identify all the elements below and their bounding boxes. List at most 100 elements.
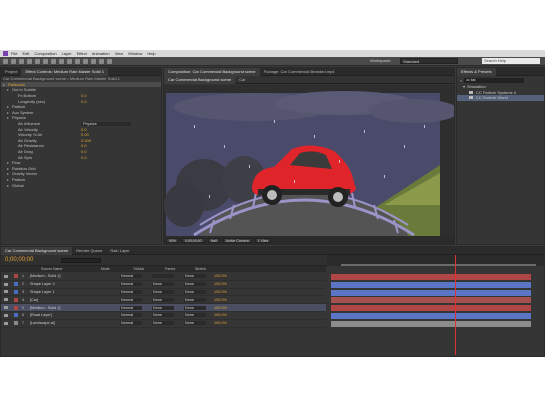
eye-icon[interactable] [4, 282, 8, 286]
selection-tool-icon[interactable] [3, 58, 8, 64]
layer-parent-select[interactable]: None [184, 297, 206, 302]
tab-effects-presets[interactable]: Effects & Presets [457, 68, 496, 76]
label-color-swatch[interactable] [14, 313, 18, 318]
work-area-bar[interactable] [341, 264, 536, 266]
layer-stretch-value[interactable]: 100.0% [214, 306, 227, 310]
subtab-car[interactable]: Car [235, 76, 249, 84]
label-color-swatch[interactable] [14, 297, 18, 302]
effects-search-input[interactable]: cc bal [464, 77, 525, 83]
layer-name[interactable]: [Car] [30, 298, 80, 302]
layer-mode-select[interactable]: Normal [120, 297, 142, 302]
tab-composition[interactable]: Composition: Car Commercial Background s… [164, 68, 260, 76]
label-color-swatch[interactable] [14, 321, 18, 326]
col-mode[interactable]: Mode [101, 267, 133, 271]
layer-stretch-value[interactable]: 100.0% [214, 290, 227, 294]
col-trkmat[interactable]: TrkMat [133, 267, 165, 271]
label-color-swatch[interactable] [14, 289, 18, 294]
layer-duration-bar[interactable] [331, 313, 531, 319]
camera-select[interactable]: Active Camera [222, 237, 252, 243]
tab-render-queue[interactable]: Render Queue [72, 247, 106, 255]
layer-name[interactable]: [Medium...Solid 1] [30, 306, 80, 310]
layer-trkmat-select[interactable]: None [152, 321, 174, 326]
label-color-swatch[interactable] [14, 282, 18, 287]
shape-tool-icon[interactable] [51, 58, 56, 64]
layer-trkmat-select[interactable]: None [152, 289, 174, 294]
layer-stretch-value[interactable]: 100.0% [214, 298, 227, 302]
eraser-tool-icon[interactable] [91, 58, 96, 64]
layer-mode-select[interactable]: Normal [120, 274, 142, 279]
tab-footage[interactable]: Footage: Car Commercial Branded.mp4 [260, 68, 339, 76]
layer-row[interactable]: 6 [Road Layer] Normal None None 100.0% [1, 312, 326, 320]
effect-property-value[interactable]: 0.0 [81, 93, 87, 98]
layer-parent-select[interactable]: None [184, 313, 206, 318]
menu-view[interactable]: View [115, 51, 124, 56]
subtab-car-commercial[interactable]: Car Commercial Background scene [164, 75, 236, 84]
layer-parent-select[interactable]: None [184, 282, 206, 287]
layer-name[interactable]: Shape Layer 1 [30, 290, 80, 294]
layer-trkmat-select[interactable]: None [152, 305, 174, 310]
layer-parent-select[interactable]: None [184, 274, 206, 279]
label-color-swatch[interactable] [14, 274, 18, 279]
layer-name[interactable]: [Landscape.ai] [30, 321, 80, 325]
menu-file[interactable]: File [11, 51, 17, 56]
layer-mode-select[interactable]: Normal [120, 289, 142, 294]
layer-name[interactable]: Shape Layer 2 [30, 282, 80, 286]
layer-parent-select[interactable]: None [184, 321, 206, 326]
eye-icon[interactable] [4, 313, 8, 317]
layer-duration-bar[interactable] [331, 274, 531, 280]
effect-property-row[interactable]: ▸ Global [1, 182, 161, 188]
tab-project[interactable]: Project [1, 68, 21, 76]
eye-icon[interactable] [4, 290, 8, 294]
menu-window[interactable]: Window [128, 51, 142, 56]
resolution-select[interactable]: Half [207, 237, 220, 243]
zoom-tool-icon[interactable] [19, 58, 24, 64]
layer-stretch-value[interactable]: 100.0% [214, 274, 227, 278]
layer-parent-select[interactable]: None [184, 305, 206, 310]
playhead[interactable] [455, 255, 456, 355]
menu-layer[interactable]: Layer [62, 51, 72, 56]
layer-trkmat-select[interactable]: None [152, 313, 174, 318]
layer-row[interactable]: 5 [Medium...Solid 1] Normal None None 100.0% [1, 304, 326, 312]
layer-mode-select[interactable]: Normal [120, 282, 142, 287]
layer-name[interactable]: [Medium...Solid 1] [30, 274, 80, 278]
layer-mode-select[interactable]: Normal [120, 313, 142, 318]
puppet-tool-icon[interactable] [107, 58, 112, 64]
menu-animation[interactable]: Animation [92, 51, 110, 56]
menu-effect[interactable]: Effect [77, 51, 87, 56]
layer-row[interactable]: 1 [Medium...Solid 1] Normal None 100.0% [1, 273, 326, 281]
col-stretch[interactable]: Stretch [195, 267, 206, 271]
layer-stretch-value[interactable]: 100.0% [214, 313, 227, 317]
layer-trkmat-select[interactable]: None [152, 297, 174, 302]
roto-tool-icon[interactable] [99, 58, 104, 64]
tab-effect-controls[interactable]: Effect Controls: Medium Rain Master Soli… [21, 68, 109, 76]
pen-tool-icon[interactable] [59, 58, 64, 64]
layer-trkmat-select[interactable]: None [152, 282, 174, 287]
layer-row[interactable]: 3 Shape Layer 1 Normal None None 100.0% [1, 289, 326, 297]
layer-duration-bar[interactable] [331, 305, 531, 312]
effect-property-value[interactable]: 0.0 [81, 99, 87, 104]
layer-parent-select[interactable]: None [184, 289, 206, 294]
brush-tool-icon[interactable] [75, 58, 80, 64]
eye-icon[interactable] [4, 298, 8, 302]
effect-property-value[interactable]: 0.000 [81, 138, 91, 143]
timeline-timecode[interactable]: 0;00;00;00 [5, 257, 33, 263]
eye-icon[interactable] [4, 306, 8, 310]
layer-name[interactable]: [Road Layer] [30, 313, 80, 317]
eye-icon[interactable] [4, 274, 8, 278]
effect-property-value[interactable]: 0.0 [81, 127, 87, 132]
search-help-input[interactable]: Search Help [482, 58, 540, 64]
layer-duration-bar[interactable] [331, 289, 531, 296]
camera-tool-icon[interactable] [35, 58, 40, 64]
hand-tool-icon[interactable] [11, 58, 16, 64]
layer-mode-select[interactable]: Normal [120, 321, 142, 326]
col-parent[interactable]: Parent [165, 267, 195, 271]
effect-property-value[interactable]: 0.0 [81, 149, 87, 154]
viewer-timecode[interactable]: 0;00;00;00 [182, 237, 205, 243]
eye-icon[interactable] [4, 321, 8, 325]
menu-edit[interactable]: Edit [22, 51, 29, 56]
menu-composition[interactable]: Composition [34, 51, 56, 56]
effect-property-value[interactable]: 0.0 [81, 143, 87, 148]
clone-tool-icon[interactable] [83, 58, 88, 64]
text-tool-icon[interactable] [67, 58, 72, 64]
layer-trkmat-select[interactable] [152, 274, 174, 279]
